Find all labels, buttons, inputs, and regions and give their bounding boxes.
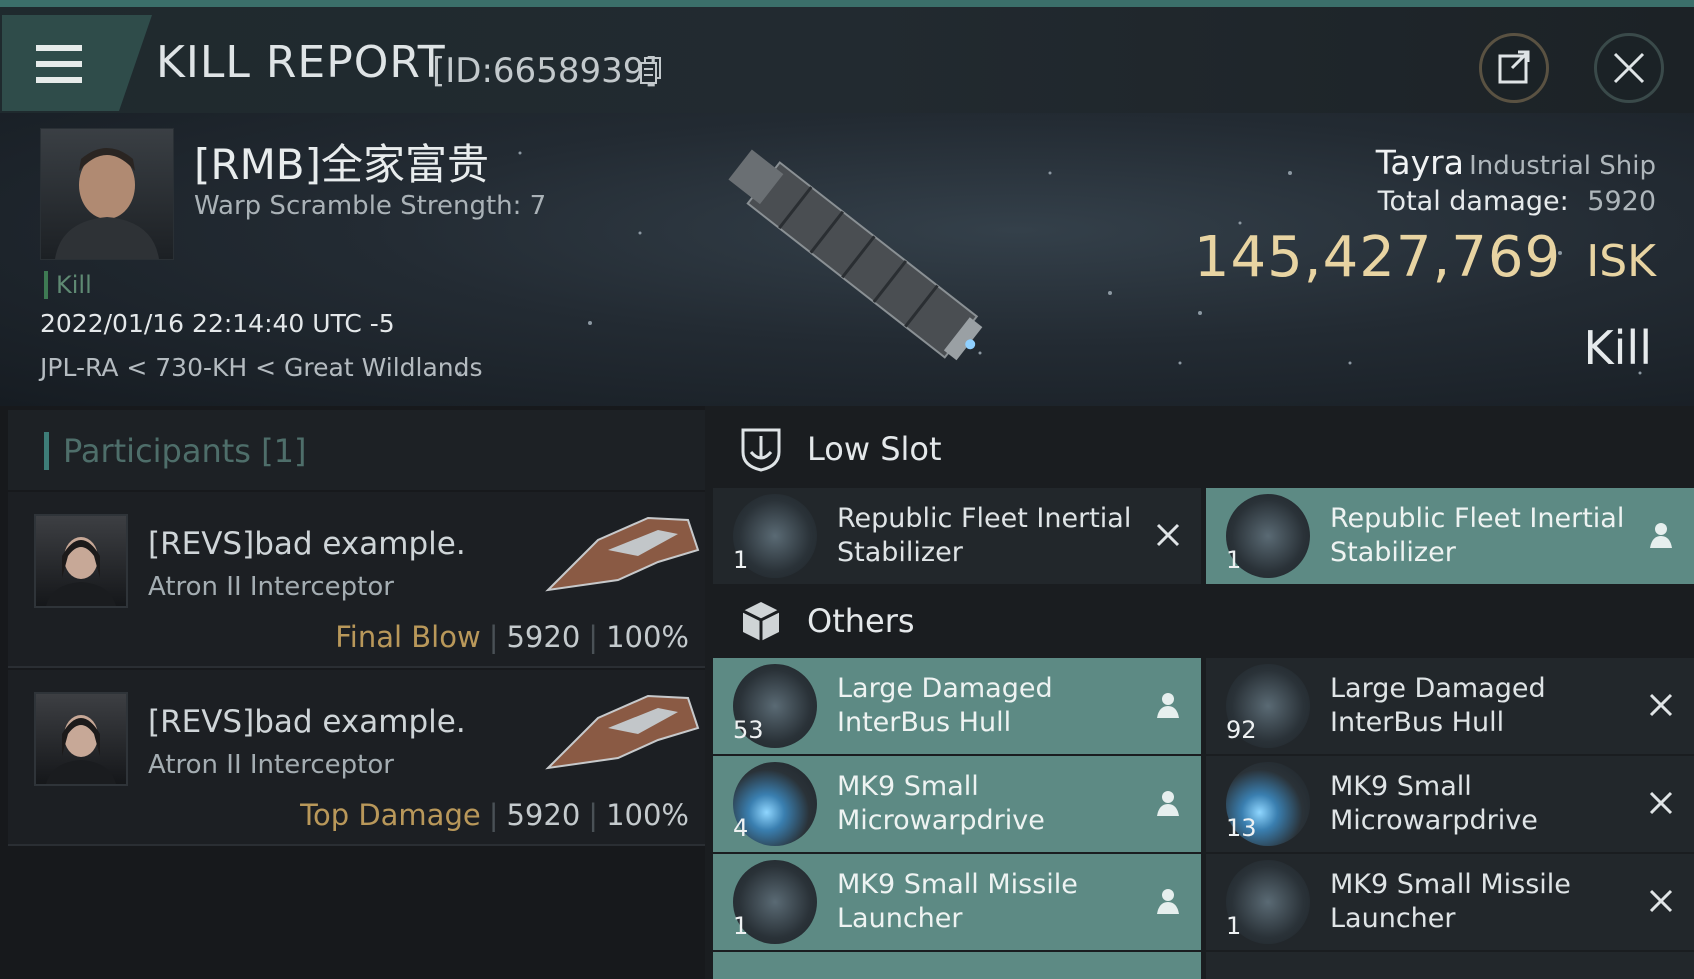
ship-name[interactable]: Tayra: [1376, 143, 1464, 182]
victim-banner: [RMB]全家富贵 Warp Scramble Strength: 7 Kill…: [0, 113, 1694, 406]
item-quantity: 53: [733, 716, 764, 744]
warp-scramble-strength: Warp Scramble Strength: 7: [194, 191, 547, 221]
item-quantity: 1: [733, 912, 749, 940]
destroyed-icon: [1156, 523, 1180, 547]
participant-portrait[interactable]: [34, 692, 128, 786]
participant-percent: 100%: [606, 620, 689, 654]
menu-button[interactable]: [2, 15, 152, 111]
participant-stats: Top Damage | 5920 | 100%: [300, 798, 689, 832]
participant-name[interactable]: [REVS]bad example.: [148, 526, 466, 562]
destroyed-icon: [1649, 693, 1673, 717]
section-title: Low Slot: [807, 430, 942, 468]
destroyed-icon: [1649, 791, 1673, 815]
dropped-person-icon: [1157, 889, 1179, 914]
pilot-avatar: [55, 148, 159, 259]
damage-value: 5920: [1587, 186, 1656, 217]
participant-role: Final Blow: [335, 620, 481, 654]
participants-title: Participants [1]: [44, 432, 306, 470]
fitting-item[interactable]: 1 Republic Fleet Inertial Stabilizer: [1206, 488, 1694, 584]
ship-class: Industrial Ship: [1469, 151, 1656, 181]
fitting-item[interactable]: 1 MK9 Small Missile Launcher: [713, 854, 1201, 950]
isk-unit: ISK: [1586, 236, 1656, 287]
item-name: MK9 Small Missile Launcher: [837, 869, 1078, 934]
fitting-panel: Low Slot 1 Republic Fleet Inertial Stabi…: [705, 406, 1694, 979]
isk-value: 145,427,769 ISK: [1194, 225, 1656, 290]
item-name: Large Damaged InterBus Hull: [837, 673, 1053, 738]
item-quantity: 1: [733, 546, 749, 574]
kill-location[interactable]: JPL-RA < 730-KH < Great Wildlands: [40, 353, 483, 382]
item-name: Republic Fleet Inertial Stabilizer: [1330, 503, 1625, 568]
fitting-item[interactable]: 1 Republic Fleet Inertial Stabilizer: [713, 488, 1201, 584]
header-bar: KILL REPORT [ID:6658939]: [0, 7, 1694, 113]
fitting-item[interactable]: 4 MK9 Small Microwarpdrive: [713, 756, 1201, 852]
item-name: MK9 Small Microwarpdrive: [837, 771, 1045, 836]
low-slot-icon: [741, 428, 781, 472]
destroyed-icon: [1649, 889, 1673, 913]
fitting-item[interactable]: 53 Large Damaged InterBus Hull: [713, 658, 1201, 754]
kill-tag: Kill: [44, 271, 92, 299]
participant-portrait[interactable]: [34, 514, 128, 608]
ship-image: [728, 149, 983, 361]
result-label: Kill: [1583, 321, 1652, 375]
isk-amount: 145,427,769: [1193, 225, 1562, 290]
participant-avatar: [46, 715, 116, 784]
participants-header: Participants [1]: [8, 410, 705, 490]
participant-percent: 100%: [606, 798, 689, 832]
participant-ship[interactable]: Atron II Interceptor: [148, 750, 394, 780]
fitting-item[interactable]: 1 MK9 Small Missile Launcher: [1206, 854, 1694, 950]
dropped-person-icon: [1650, 523, 1672, 548]
participant-card[interactable]: [REVS]bad example. Atron II Interceptor …: [8, 492, 705, 668]
participant-ship-image: [545, 694, 700, 770]
item-name: MK9 Small Microwarpdrive: [1330, 771, 1538, 836]
kill-report-window: KILL REPORT [ID:6658939] [RMB]全家富贵 Warp …: [0, 0, 1694, 979]
cargo-box-icon: [742, 602, 780, 641]
participant-role: Top Damage: [300, 798, 481, 832]
item-quantity: 4: [733, 814, 749, 842]
participant-stats: Final Blow | 5920 | 100%: [335, 620, 689, 654]
victim-name[interactable]: [RMB]全家富贵: [194, 131, 489, 192]
participant-name[interactable]: [REVS]bad example.: [148, 704, 466, 740]
item-name: Republic Fleet Inertial Stabilizer: [837, 503, 1132, 568]
item-quantity: 1: [1226, 912, 1242, 940]
item-quantity: 1: [1226, 546, 1242, 574]
participant-ship[interactable]: Atron II Interceptor: [148, 572, 394, 602]
participant-damage: 5920: [506, 798, 581, 832]
ship-info: Tayra Industrial Ship: [1376, 143, 1656, 182]
share-button[interactable]: [1479, 33, 1549, 103]
item-quantity: 13: [1226, 814, 1257, 842]
kill-datetime: 2022/01/16 22:14:40 UTC -5: [40, 309, 395, 338]
item-name: MK9 Small Missile Launcher: [1330, 869, 1571, 934]
participant-damage: 5920: [506, 620, 581, 654]
fitting-item-partial[interactable]: [1206, 952, 1694, 979]
participants-panel: Participants [1] [REVS]bad example. Atro…: [0, 406, 705, 979]
copy-icon[interactable]: [640, 57, 662, 85]
fitting-item-partial[interactable]: [713, 952, 1201, 979]
close-icon: [1613, 52, 1645, 84]
dropped-person-icon: [1157, 791, 1179, 816]
close-button[interactable]: [1594, 33, 1664, 103]
section-others: Others: [713, 582, 1694, 660]
damage-label: Total damage:: [1377, 186, 1569, 217]
window-top-border: [0, 0, 1694, 7]
dropped-person-icon: [1157, 693, 1179, 718]
page-title: KILL REPORT: [156, 37, 446, 88]
report-id: [ID:6658939]: [432, 51, 658, 91]
total-damage: Total damage: 5920: [1378, 186, 1656, 217]
participant-avatar: [46, 537, 116, 606]
item-name: Large Damaged InterBus Hull: [1330, 673, 1546, 738]
participant-ship-image: [545, 516, 700, 592]
fitting-item[interactable]: 13 MK9 Small Microwarpdrive: [1206, 756, 1694, 852]
victim-portrait[interactable]: [40, 128, 174, 260]
hamburger-icon: [36, 45, 82, 83]
section-title: Others: [807, 602, 915, 640]
section-low-slot: Low Slot: [713, 410, 1694, 488]
external-link-icon: [1498, 50, 1530, 84]
fitting-item[interactable]: 92 Large Damaged InterBus Hull: [1206, 658, 1694, 754]
item-quantity: 92: [1226, 716, 1257, 744]
participant-card[interactable]: [REVS]bad example. Atron II Interceptor …: [8, 670, 705, 846]
